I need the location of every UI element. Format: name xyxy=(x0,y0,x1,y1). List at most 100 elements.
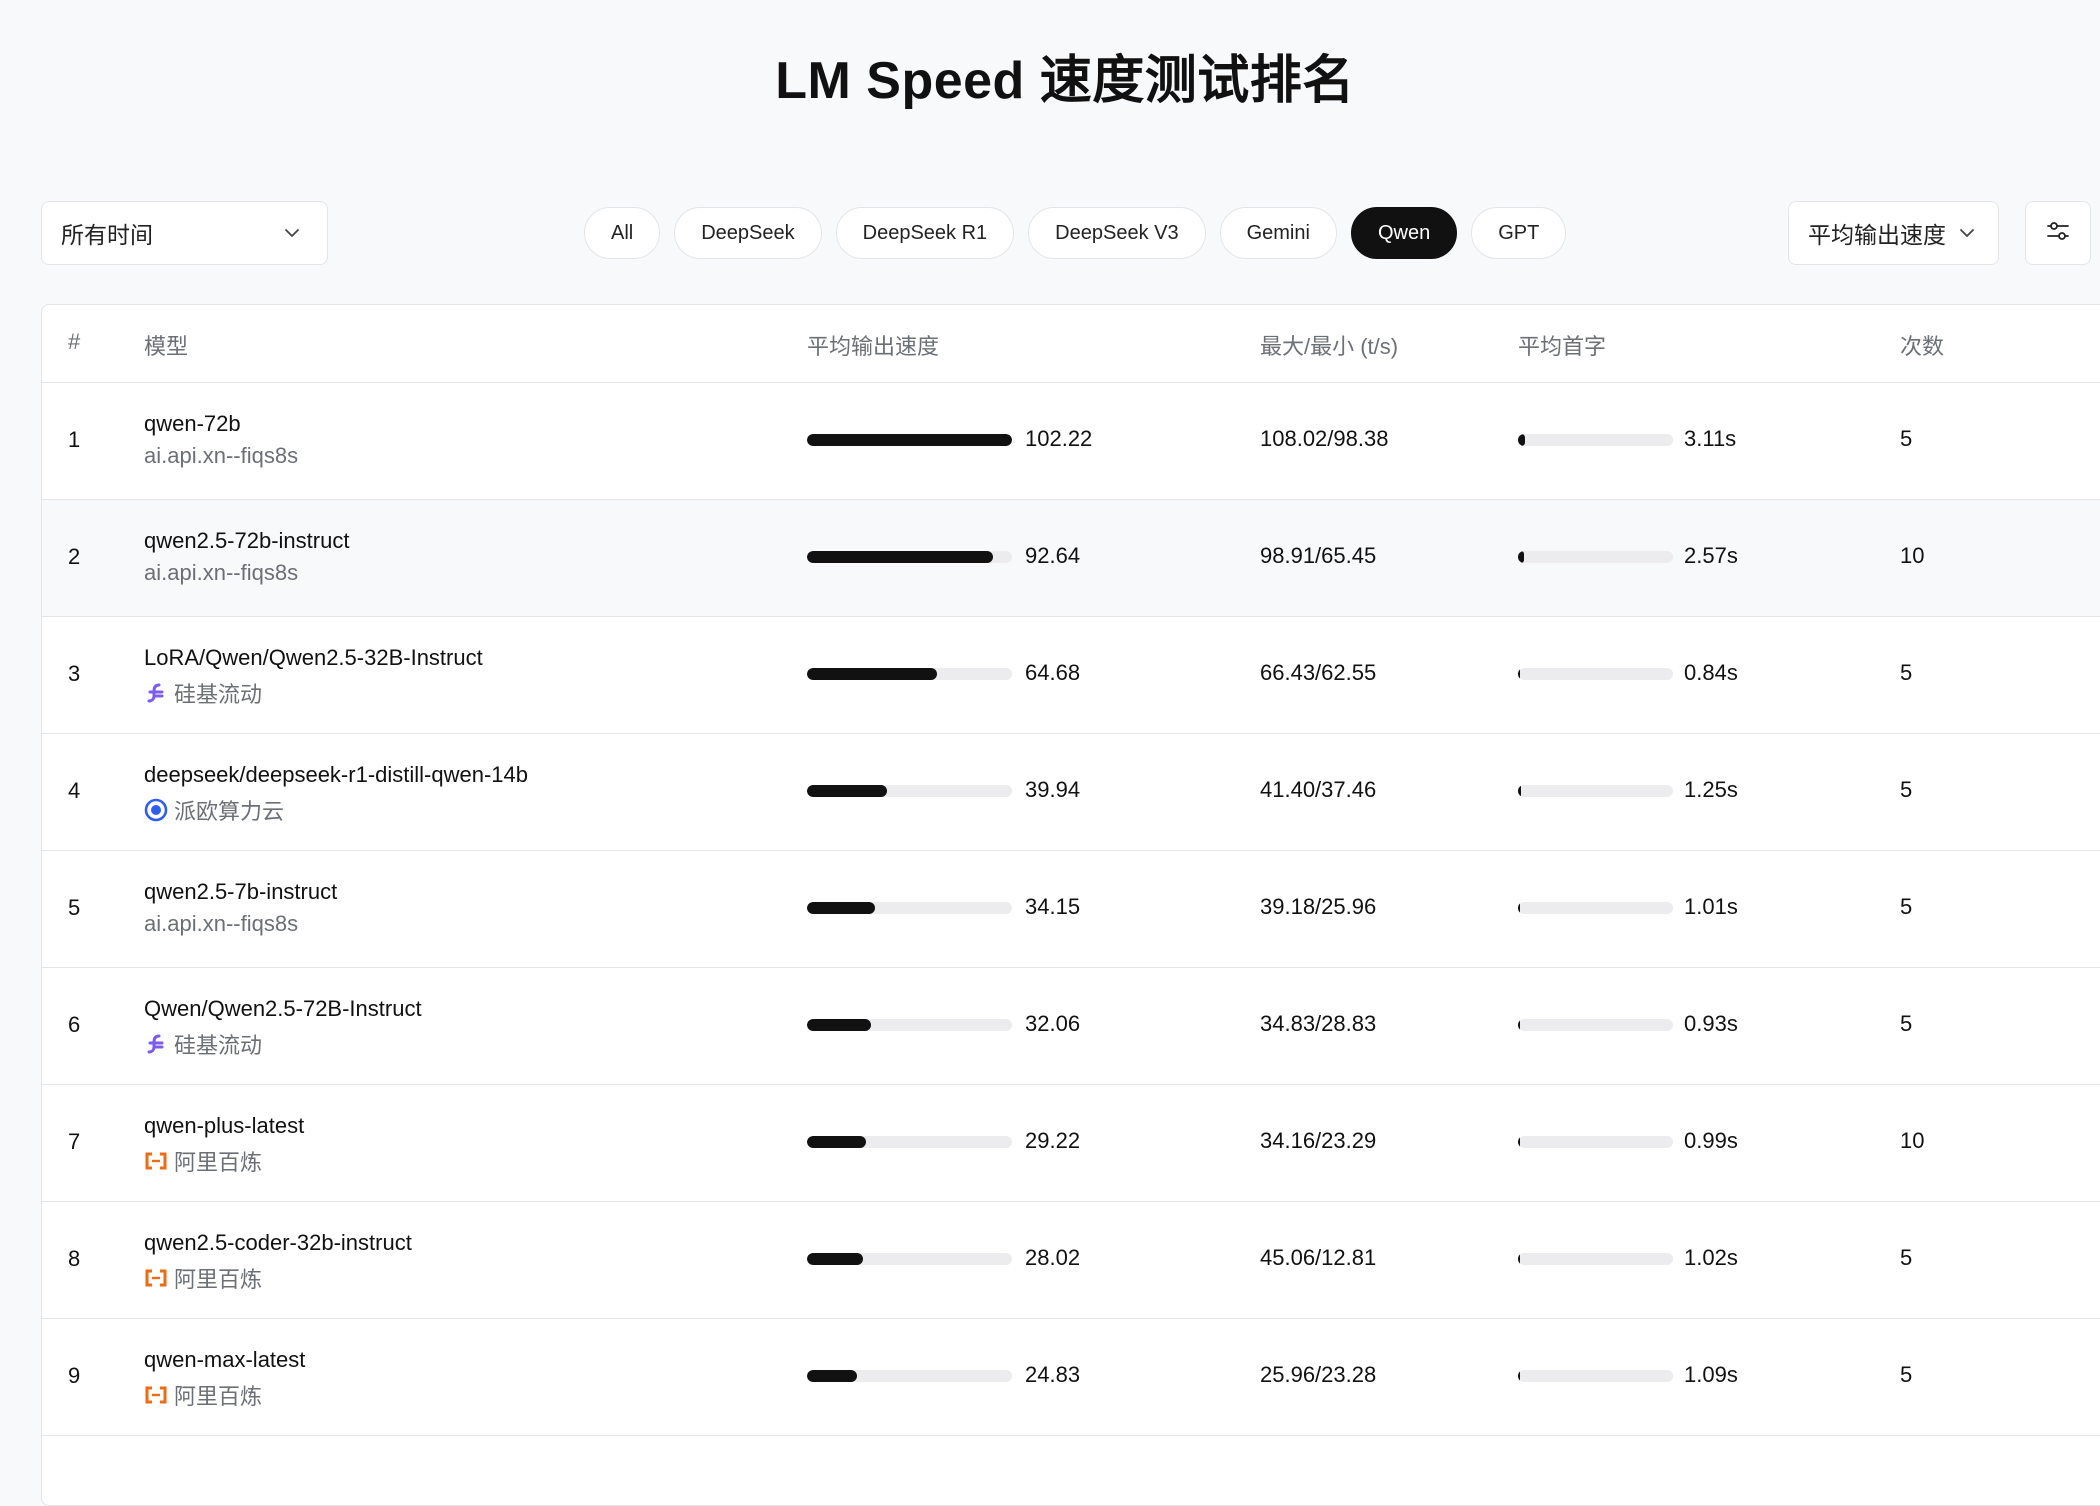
speed-bar-fill xyxy=(807,551,993,563)
model-name: qwen-max-latest xyxy=(144,1347,306,1372)
rank-cell: 4 xyxy=(68,778,81,803)
avg-speed-value: 92.64 xyxy=(1025,543,1081,568)
filter-pill[interactable]: DeepSeek V3 xyxy=(1028,207,1206,259)
avg-ttft-value: 3.11s xyxy=(1684,426,1737,451)
model-filter-group: All DeepSeek DeepSeek R1 DeepSeek V3 Gemini Q… xyxy=(584,207,1567,259)
sort-value: 平均输出速度 xyxy=(1808,222,1946,248)
ttft-bar-fill xyxy=(1518,1136,1521,1148)
header-avg-ttft[interactable]: 平均首字 xyxy=(1518,329,1606,361)
table-row[interactable]: 6 Qwen/Qwen2.5-72B-Instruct 硅基流动 32.06 34.83… xyxy=(42,968,2100,1085)
siliconflow-icon xyxy=(144,681,168,705)
avg-ttft-value: 0.93s xyxy=(1684,1011,1738,1036)
table-row[interactable]: 5 qwen2.5-7b-instruct ai.api.xn--fiqs8s 34.… xyxy=(42,851,2100,968)
ttft-bar xyxy=(1518,668,1673,680)
table-body: 1 qwen-72b ai.api.xn--fiqs8s 102.22 108.02/9… xyxy=(42,383,2100,1436)
speed-bar xyxy=(807,668,1012,680)
ttft-bar-fill xyxy=(1518,668,1520,680)
provider-cell: 硅基流动 xyxy=(144,677,262,709)
avg-ttft-value: 1.09s xyxy=(1684,1362,1738,1387)
model-name: qwen2.5-72b-instruct xyxy=(144,528,350,553)
ttft-bar-fill xyxy=(1518,902,1521,914)
count-value: 5 xyxy=(1900,1362,1913,1387)
rank-cell: 2 xyxy=(68,544,81,569)
provider-cell: ai.api.xn--fiqs8s xyxy=(144,560,298,586)
speed-bar xyxy=(807,1253,1012,1265)
speed-bar xyxy=(807,1019,1012,1031)
page-title: LM Speed 速度测试排名 xyxy=(775,52,1355,110)
filter-pill[interactable]: GPT xyxy=(1471,207,1567,259)
avg-speed-value: 28.02 xyxy=(1025,1245,1081,1270)
table-row[interactable]: 3 LoRA/Qwen/Qwen2.5-32B-Instruct 硅基流动 64.68… xyxy=(42,617,2100,734)
avg-speed-value: 39.94 xyxy=(1025,777,1081,802)
speed-bar-fill xyxy=(807,902,876,914)
speed-bar xyxy=(807,785,1012,797)
provider-cell: 硅基流动 xyxy=(144,1028,262,1060)
provider-name: 阿里百炼 xyxy=(174,1384,263,1409)
ttft-bar xyxy=(1518,1136,1673,1148)
speed-bar-fill xyxy=(807,668,937,680)
avg-speed-value: 34.15 xyxy=(1025,894,1081,919)
ttft-bar-fill xyxy=(1518,1253,1521,1265)
ttft-bar-fill xyxy=(1518,551,1524,563)
avg-speed-value: 29.22 xyxy=(1025,1128,1081,1153)
avg-ttft-value: 1.02s xyxy=(1684,1245,1738,1270)
avg-ttft-value: 2.57s xyxy=(1684,543,1738,568)
provider-name: ai.api.xn--fiqs8s xyxy=(144,560,299,585)
filter-pill[interactable]: DeepSeek xyxy=(674,207,822,259)
max-min-value: 39.18/25.96 xyxy=(1260,894,1377,919)
max-min-value: 45.06/12.81 xyxy=(1260,1245,1377,1270)
ttft-bar-fill xyxy=(1518,785,1521,797)
provider-cell: 阿里百炼 xyxy=(144,1262,262,1294)
table-row[interactable]: 2 qwen2.5-72b-instruct ai.api.xn--fiqs8s 92… xyxy=(42,500,2100,617)
ttft-bar xyxy=(1518,902,1673,914)
provider-name: 阿里百炼 xyxy=(174,1150,263,1175)
table-row[interactable]: 9 qwen-max-latest 阿里百炼 24.83 25.96/23.28 1.09… xyxy=(42,1319,2100,1436)
count-value: 5 xyxy=(1900,1245,1913,1270)
rank-cell: 8 xyxy=(68,1246,81,1271)
max-min-value: 25.96/23.28 xyxy=(1260,1362,1377,1387)
filter-pill[interactable]: DeepSeek R1 xyxy=(835,207,1015,259)
model-name: Qwen/Qwen2.5-72B-Instruct xyxy=(144,996,422,1021)
avg-ttft-value: 1.01s xyxy=(1684,894,1738,919)
model-name: qwen2.5-coder-32b-instruct xyxy=(144,1230,412,1255)
avg-speed-value: 24.83 xyxy=(1025,1362,1081,1387)
header-rank: # xyxy=(68,329,81,354)
rank-cell: 9 xyxy=(68,1363,81,1388)
avg-speed-value: 64.68 xyxy=(1025,660,1081,685)
count-value: 10 xyxy=(1900,1128,1925,1153)
provider-name: 硅基流动 xyxy=(174,1033,263,1058)
max-min-value: 41.40/37.46 xyxy=(1260,777,1377,802)
table-row[interactable]: 4 deepseek/deepseek-r1-distill-qwen-14b 派欧… xyxy=(42,734,2100,851)
ranking-table: # 模型 平均输出速度 最大/最小 (t/s) 平均首字 次数 1 qwen-72… xyxy=(41,304,2100,1506)
table-row[interactable]: 1 qwen-72b ai.api.xn--fiqs8s 102.22 108.02/9… xyxy=(42,383,2100,500)
header-avg-speed[interactable]: 平均输出速度 xyxy=(807,329,939,361)
model-name: qwen-plus-latest xyxy=(144,1113,305,1138)
time-range-select[interactable]: 所有时间 xyxy=(41,201,328,265)
avg-speed-value: 102.22 xyxy=(1025,426,1093,451)
provider-name: 派欧算力云 xyxy=(174,799,285,824)
count-value: 5 xyxy=(1900,777,1913,802)
sliders-icon xyxy=(2046,220,2070,247)
table-row[interactable]: 7 qwen-plus-latest 阿里百炼 29.22 34.16/23.29 0.9… xyxy=(42,1085,2100,1202)
filter-pill[interactable]: Qwen xyxy=(1350,207,1458,259)
speed-bar-fill xyxy=(807,1253,864,1265)
table-row[interactable]: 8 qwen2.5-coder-32b-instruct 阿里百炼 28.02 45.0… xyxy=(42,1202,2100,1319)
table-header: # 模型 平均输出速度 最大/最小 (t/s) 平均首字 次数 xyxy=(42,305,2100,383)
filter-pill[interactable]: Gemini xyxy=(1219,207,1337,259)
model-name: qwen-72b xyxy=(144,411,241,436)
aliyun-icon xyxy=(144,1383,168,1407)
rank-cell: 3 xyxy=(68,661,81,686)
ttft-bar xyxy=(1518,1370,1673,1382)
ttft-bar xyxy=(1518,1253,1673,1265)
speed-bar-fill xyxy=(807,1136,866,1148)
avg-ttft-value: 0.99s xyxy=(1684,1128,1738,1153)
sort-select[interactable]: 平均输出速度 xyxy=(1788,201,1999,265)
count-value: 10 xyxy=(1900,543,1925,568)
filter-settings-button[interactable] xyxy=(2025,201,2091,265)
speed-bar-fill xyxy=(807,785,888,797)
header-count[interactable]: 次数 xyxy=(1900,329,1944,361)
provider-name: 阿里百炼 xyxy=(174,1267,263,1292)
filter-pill[interactable]: All xyxy=(584,207,661,259)
speed-bar xyxy=(807,1136,1012,1148)
model-name: qwen2.5-7b-instruct xyxy=(144,879,338,904)
